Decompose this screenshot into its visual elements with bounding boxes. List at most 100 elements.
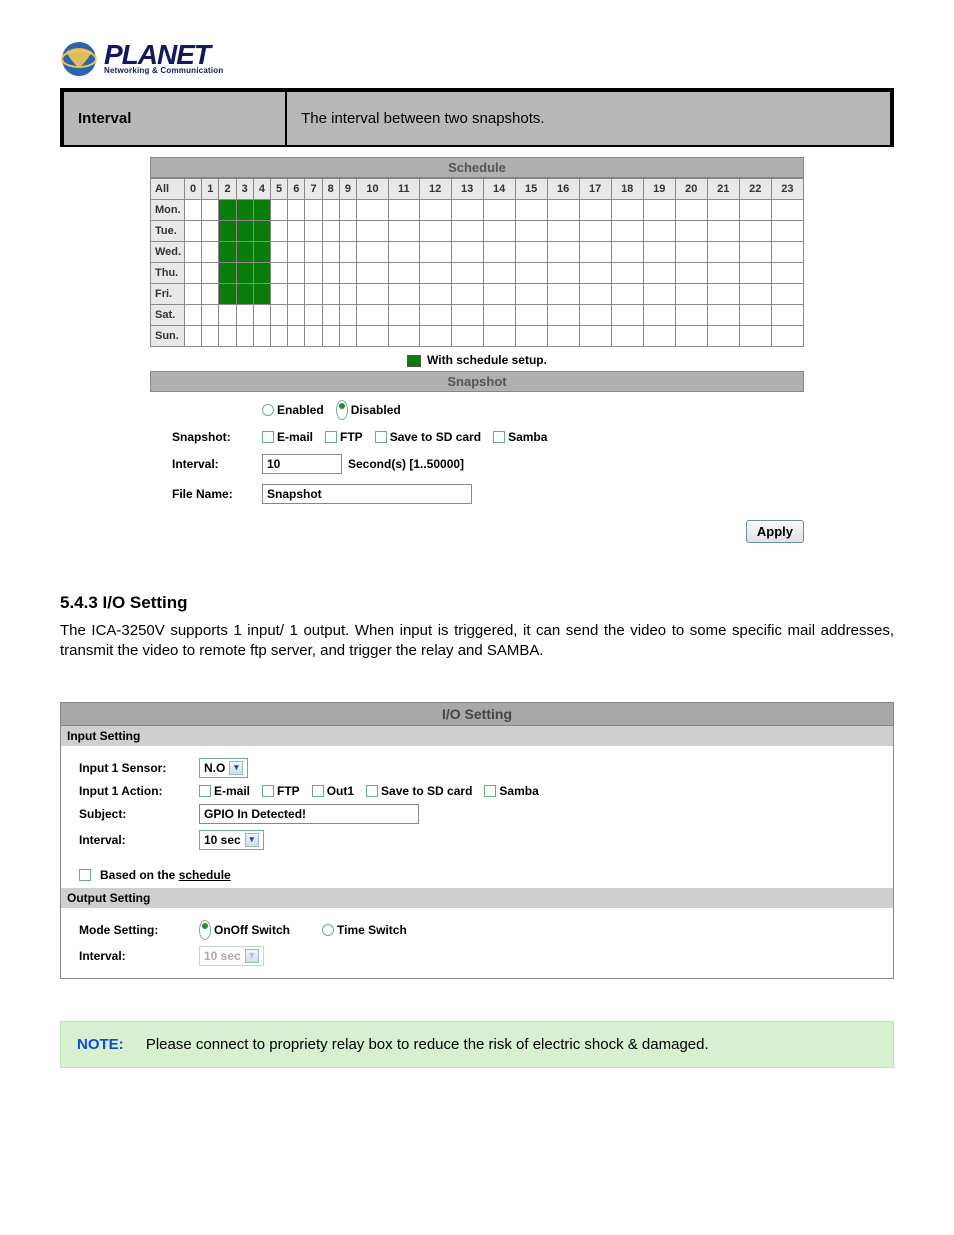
schedule-cell[interactable] (305, 221, 322, 242)
io-interval-select[interactable]: 10 sec▾ (199, 830, 264, 850)
schedule-cell[interactable] (305, 263, 322, 284)
schedule-cell[interactable] (236, 263, 253, 284)
schedule-cell[interactable] (579, 263, 611, 284)
schedule-cell[interactable] (643, 305, 675, 326)
schedule-grid[interactable]: All0123456789101112131415161718192021222… (150, 178, 804, 347)
schedule-cell[interactable] (707, 200, 739, 221)
schedule-cell[interactable] (611, 305, 643, 326)
schedule-cell[interactable] (288, 200, 305, 221)
schedule-cell[interactable] (339, 326, 356, 347)
schedule-cell[interactable] (219, 305, 236, 326)
schedule-cell[interactable] (643, 221, 675, 242)
schedule-cell[interactable] (389, 284, 420, 305)
schedule-cell[interactable] (707, 284, 739, 305)
schedule-cell[interactable] (675, 284, 707, 305)
schedule-cell[interactable] (515, 326, 547, 347)
schedule-cell[interactable] (202, 200, 219, 221)
schedule-cell[interactable] (357, 326, 389, 347)
chk-based-schedule[interactable] (79, 869, 91, 881)
schedule-cell[interactable] (389, 326, 420, 347)
schedule-cell[interactable] (515, 242, 547, 263)
schedule-cell[interactable] (547, 200, 579, 221)
chk-action-out1[interactable]: Out1 (312, 784, 354, 798)
schedule-cell[interactable] (288, 326, 305, 347)
schedule-cell[interactable] (547, 305, 579, 326)
schedule-cell[interactable] (185, 284, 202, 305)
schedule-cell[interactable] (185, 305, 202, 326)
schedule-cell[interactable] (579, 284, 611, 305)
schedule-cell[interactable] (483, 326, 515, 347)
schedule-cell[interactable] (202, 263, 219, 284)
interval-input[interactable] (262, 454, 342, 474)
schedule-cell[interactable] (322, 263, 339, 284)
schedule-cell[interactable] (236, 305, 253, 326)
schedule-cell[interactable] (236, 242, 253, 263)
schedule-cell[interactable] (483, 284, 515, 305)
schedule-cell[interactable] (305, 326, 322, 347)
schedule-cell[interactable] (339, 200, 356, 221)
schedule-cell[interactable] (515, 221, 547, 242)
schedule-cell[interactable] (305, 305, 322, 326)
schedule-cell[interactable] (202, 305, 219, 326)
schedule-cell[interactable] (202, 242, 219, 263)
schedule-cell[interactable] (483, 221, 515, 242)
schedule-cell[interactable] (611, 200, 643, 221)
radio-disabled[interactable]: Disabled (336, 400, 401, 420)
schedule-cell[interactable] (451, 305, 483, 326)
schedule-cell[interactable] (451, 263, 483, 284)
schedule-cell[interactable] (322, 242, 339, 263)
schedule-cell[interactable] (707, 305, 739, 326)
schedule-cell[interactable] (675, 221, 707, 242)
schedule-cell[interactable] (288, 242, 305, 263)
schedule-cell[interactable] (771, 242, 803, 263)
schedule-cell[interactable] (739, 284, 771, 305)
schedule-cell[interactable] (271, 263, 288, 284)
schedule-cell[interactable] (271, 305, 288, 326)
schedule-cell[interactable] (675, 200, 707, 221)
schedule-cell[interactable] (643, 326, 675, 347)
schedule-cell[interactable] (419, 242, 451, 263)
schedule-cell[interactable] (389, 242, 420, 263)
schedule-cell[interactable] (322, 305, 339, 326)
schedule-cell[interactable] (547, 284, 579, 305)
subject-input[interactable] (199, 804, 419, 824)
input1-sensor-select[interactable]: N.O▾ (199, 758, 248, 778)
schedule-cell[interactable] (202, 326, 219, 347)
schedule-cell[interactable] (675, 305, 707, 326)
schedule-cell[interactable] (253, 305, 270, 326)
schedule-cell[interactable] (322, 200, 339, 221)
schedule-cell[interactable] (202, 284, 219, 305)
schedule-cell[interactable] (185, 200, 202, 221)
schedule-cell[interactable] (643, 242, 675, 263)
schedule-cell[interactable] (357, 221, 389, 242)
schedule-cell[interactable] (675, 326, 707, 347)
schedule-cell[interactable] (739, 221, 771, 242)
schedule-cell[interactable] (611, 263, 643, 284)
schedule-cell[interactable] (451, 221, 483, 242)
schedule-cell[interactable] (643, 284, 675, 305)
schedule-cell[interactable] (515, 263, 547, 284)
schedule-cell[interactable] (219, 200, 236, 221)
schedule-cell[interactable] (771, 221, 803, 242)
schedule-cell[interactable] (219, 284, 236, 305)
schedule-link[interactable]: schedule (179, 868, 231, 882)
schedule-cell[interactable] (322, 326, 339, 347)
radio-onoff[interactable]: OnOff Switch (199, 920, 290, 940)
schedule-cell[interactable] (288, 221, 305, 242)
schedule-cell[interactable] (253, 263, 270, 284)
schedule-cell[interactable] (288, 284, 305, 305)
schedule-cell[interactable] (339, 221, 356, 242)
schedule-cell[interactable] (707, 326, 739, 347)
schedule-cell[interactable] (357, 284, 389, 305)
schedule-cell[interactable] (271, 200, 288, 221)
schedule-cell[interactable] (202, 221, 219, 242)
schedule-cell[interactable] (579, 305, 611, 326)
schedule-cell[interactable] (707, 242, 739, 263)
schedule-cell[interactable] (185, 326, 202, 347)
schedule-cell[interactable] (611, 326, 643, 347)
schedule-cell[interactable] (611, 284, 643, 305)
schedule-cell[interactable] (185, 221, 202, 242)
apply-button[interactable]: Apply (746, 520, 804, 543)
schedule-cell[interactable] (357, 242, 389, 263)
chk-email[interactable]: E-mail (262, 430, 313, 444)
